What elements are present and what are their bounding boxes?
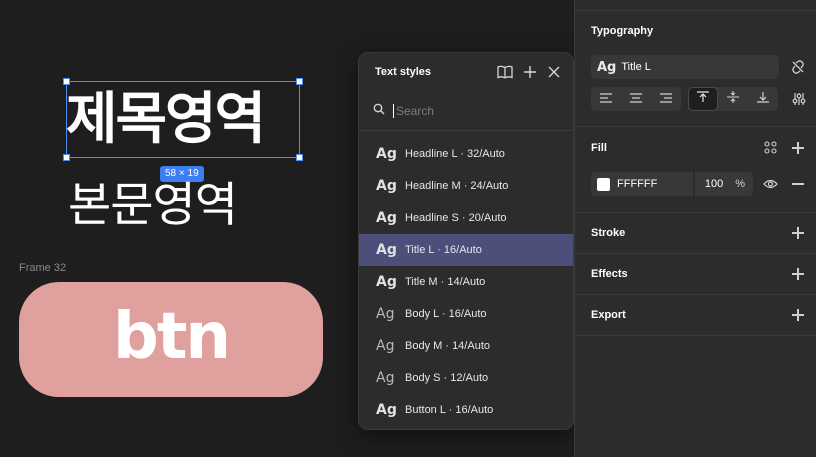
resize-handle-bottom-right[interactable]: [296, 154, 303, 161]
text-style-glyph: Ag: [376, 402, 397, 418]
plus-icon[interactable]: [523, 65, 537, 79]
text-style-item[interactable]: Ag Headline S · 20/Auto: [359, 202, 573, 234]
resize-handle-top-right[interactable]: [296, 78, 303, 85]
text-style-list: Ag Headline L · 32/Auto Ag Headline M · …: [359, 131, 573, 426]
divider: [575, 294, 816, 295]
align-right-icon: [660, 90, 672, 108]
text-style-label: Body S · 12/Auto: [405, 372, 489, 384]
body-text-layer[interactable]: 본문영역: [68, 176, 238, 236]
button-frame-text: btn: [113, 299, 231, 374]
text-style-label: Body M · 14/Auto: [405, 340, 490, 352]
align-right-button[interactable]: [651, 87, 681, 111]
text-style-label: Title L · 16/Auto: [405, 244, 482, 256]
text-style-item[interactable]: Ag Headline L · 32/Auto: [359, 138, 573, 170]
align-bottom-icon: [757, 90, 769, 108]
text-style-glyph: Ag: [376, 274, 397, 290]
eye-icon[interactable]: [763, 177, 778, 195]
text-style-label: Body L · 16/Auto: [405, 308, 487, 320]
remove-fill-icon[interactable]: [792, 183, 804, 185]
align-left-button[interactable]: [591, 87, 621, 111]
effects-title: Effects: [591, 268, 628, 280]
popover-title: Text styles: [375, 66, 432, 78]
stroke-title: Stroke: [591, 227, 626, 239]
text-style-name: Title L: [621, 61, 651, 73]
popover-header: Text styles: [359, 53, 573, 91]
text-style-label: Headline S · 20/Auto: [405, 212, 507, 224]
text-style-glyph: Ag: [597, 59, 617, 75]
text-style-item[interactable]: Ag Button L · 16/Auto: [359, 394, 573, 426]
add-stroke-button[interactable]: [792, 227, 804, 239]
properties-panel: Typography Ag Title L Fill FFFFFF 100 % …: [574, 0, 816, 457]
opacity-unit: %: [735, 178, 745, 190]
text-style-item[interactable]: Ag Body S · 12/Auto: [359, 362, 573, 394]
add-export-button[interactable]: [792, 309, 804, 321]
resize-handle-top-left[interactable]: [63, 78, 70, 85]
text-style-item-selected[interactable]: Ag Title L · 16/Auto: [359, 234, 573, 266]
divider: [575, 335, 816, 336]
text-style-item[interactable]: Ag Body L · 16/Auto: [359, 298, 573, 330]
button-frame[interactable]: btn: [19, 282, 323, 397]
style-grid-icon[interactable]: [764, 141, 777, 159]
book-icon[interactable]: [497, 65, 513, 79]
resize-handle-bottom-left[interactable]: [63, 154, 70, 161]
align-top-icon: [697, 90, 709, 108]
search-bar: [359, 91, 573, 131]
text-styles-popover: Text styles Ag Headline L · 32/Auto Ag H…: [358, 52, 574, 430]
search-input[interactable]: [393, 103, 553, 118]
close-icon[interactable]: [547, 65, 561, 79]
text-style-glyph: Ag: [376, 306, 395, 322]
fill-title: Fill: [591, 142, 607, 154]
add-effect-button[interactable]: [792, 268, 804, 280]
type-settings-icon[interactable]: [792, 92, 806, 111]
text-style-glyph: Ag: [376, 242, 397, 258]
divider: [575, 253, 816, 254]
fill-row: FFFFFF 100 %: [591, 172, 753, 196]
horizontal-align-group: [591, 87, 681, 111]
text-style-glyph: Ag: [376, 338, 395, 354]
divider: [575, 10, 816, 11]
align-center-icon: [630, 90, 642, 108]
align-bottom-button[interactable]: [748, 87, 778, 111]
fill-swatch[interactable]: [597, 177, 610, 191]
text-style-glyph: Ag: [376, 178, 397, 194]
text-style-glyph: Ag: [376, 210, 397, 226]
align-center-button[interactable]: [621, 87, 651, 111]
divider: [575, 126, 816, 127]
divider: [575, 212, 816, 213]
search-icon: [373, 102, 385, 120]
fill-opacity-field[interactable]: 100 %: [695, 172, 753, 196]
align-middle-button[interactable]: [718, 87, 748, 111]
align-left-icon: [600, 90, 612, 108]
add-fill-button[interactable]: [792, 142, 804, 154]
text-style-item[interactable]: Ag Body M · 14/Auto: [359, 330, 573, 362]
export-title: Export: [591, 309, 626, 321]
typography-title: Typography: [591, 25, 654, 37]
fill-hex[interactable]: FFFFFF: [617, 178, 657, 190]
text-style-field[interactable]: Ag Title L: [591, 55, 779, 79]
text-style-item[interactable]: Ag Headline M · 24/Auto: [359, 170, 573, 202]
text-style-label: Headline M · 24/Auto: [405, 180, 509, 192]
align-top-button[interactable]: [688, 87, 718, 111]
vertical-align-group: [688, 87, 778, 111]
detach-style-icon[interactable]: [791, 60, 805, 79]
text-style-item[interactable]: Ag Title M · 14/Auto: [359, 266, 573, 298]
text-style-label: Title M · 14/Auto: [405, 276, 486, 288]
text-style-glyph: Ag: [376, 146, 397, 162]
text-style-glyph: Ag: [376, 370, 395, 386]
fill-opacity[interactable]: 100: [705, 178, 723, 190]
selection-box: [66, 81, 300, 158]
fill-color-field[interactable]: FFFFFF: [591, 172, 693, 196]
text-style-label: Button L · 16/Auto: [405, 404, 494, 416]
align-middle-icon: [727, 90, 739, 108]
frame-label[interactable]: Frame 32: [19, 262, 66, 274]
text-style-label: Headline L · 32/Auto: [405, 148, 505, 160]
